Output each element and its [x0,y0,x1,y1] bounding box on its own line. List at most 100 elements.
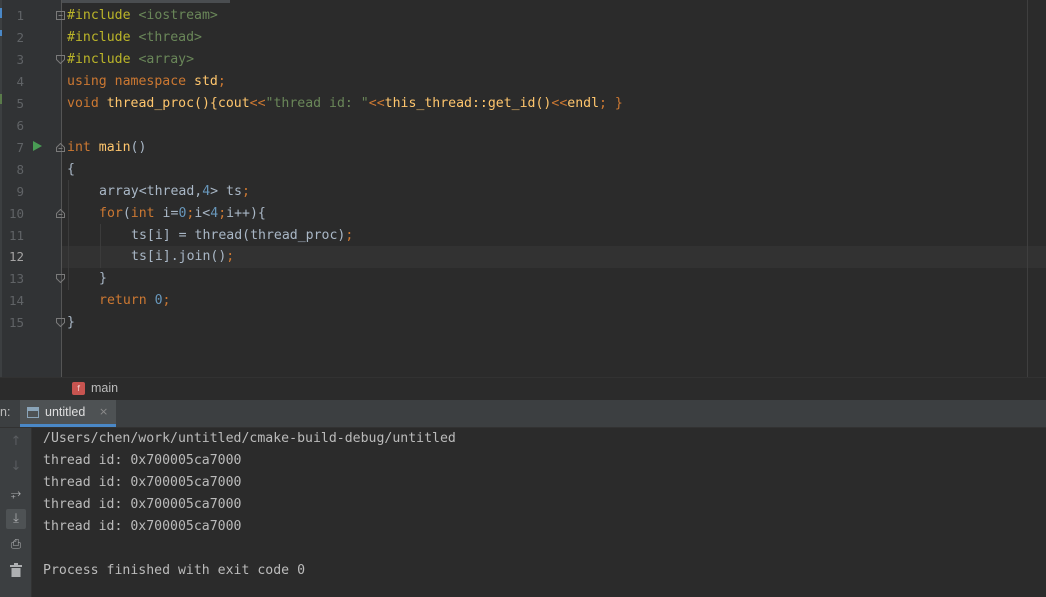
console-line: thread id: 0x700005ca7000 [43,497,242,512]
code-editor[interactable]: 1 2 3 4 5 6 7 8 9 10 11 12 13 14 15 #inc… [0,0,1046,377]
run-tool-window-header: n: untitled × [0,400,1046,428]
console-line: thread id: 0x700005ca7000 [43,519,242,534]
code-line-12[interactable]: ts[i].join(); [131,246,234,268]
code-token: using namespace [67,74,195,89]
scroll-to-end-icon[interactable]: ⤓ [6,509,26,529]
fold-marker-icon[interactable] [56,209,65,218]
breadcrumb-item-main[interactable]: main [91,381,118,395]
code-token: ; [241,184,250,199]
line-number: 2 [16,30,24,45]
code-token: <thread> [138,30,202,45]
code-line-13[interactable]: } [99,268,107,290]
code-token: i< [194,206,211,221]
right-margin-guide [1027,0,1028,377]
tab-untitled[interactable]: untitled × [20,400,116,427]
line-number: 15 [8,315,24,330]
line-number: 5 [16,96,24,111]
code-line-2[interactable]: #include <thread> [67,27,202,49]
tab-label: untitled [45,405,86,419]
code-line-9[interactable]: array<thread,4> ts; [99,181,250,203]
code-token: cout [217,96,250,111]
line-number: 11 [8,228,24,243]
code-token: ; [226,249,235,264]
code-token: ( [122,206,131,221]
arrow-up-icon[interactable]: ↑ [6,432,26,452]
code-line-8[interactable]: { [67,159,75,181]
indent-guide [100,224,101,268]
fold-end-icon[interactable] [56,318,65,327]
soft-wrap-icon[interactable]: ⥅ [6,484,26,504]
code-token: (){ [194,96,218,111]
line-number: 8 [16,162,24,177]
console-line: thread id: 0x700005ca7000 [43,453,242,468]
close-icon[interactable]: × [99,405,108,418]
line-number: 4 [16,74,24,89]
line-number: 10 [8,206,24,221]
code-token: i= [162,206,179,221]
code-token: ; [345,228,354,243]
line-number: 9 [16,184,24,199]
code-token: << [551,96,568,111]
code-token: array<thread, [99,184,203,199]
arrow-down-icon[interactable]: ↓ [6,457,26,477]
indent-guide [68,180,69,290]
code-token: "thread id: " [265,96,369,111]
console-output[interactable]: /Users/chen/work/untitled/cmake-build-de… [32,428,1046,597]
run-main-icon[interactable] [33,141,42,151]
line-number: 6 [16,118,24,133]
code-line-1[interactable]: #include <iostream> [67,5,218,27]
line-number: 1 [16,8,24,23]
code-token: ; [218,206,227,221]
code-line-7[interactable]: int main() [67,137,146,159]
line-number: 14 [8,293,24,308]
code-line-10[interactable]: for(int i=0;i<4;i++){ [99,203,266,225]
code-token: > ts [210,184,242,199]
fold-end-icon[interactable] [56,274,65,283]
fold-end-icon[interactable] [56,55,65,64]
code-token: std [194,74,218,89]
fold-marker-icon[interactable] [56,143,65,152]
line-number: 13 [8,271,24,286]
code-token: ; [162,293,171,308]
code-token: return [99,293,155,308]
code-token: { [67,162,75,177]
code-token: ; } [599,96,623,111]
breadcrumb: f main [0,377,1046,401]
code-token: for [99,206,123,221]
code-line-5[interactable]: void thread_proc(){cout<<"thread id: "<<… [67,93,623,115]
run-window-title: n: [0,405,11,419]
code-token: #include [67,30,139,45]
code-token: 4 [210,206,219,221]
code-line-4[interactable]: using namespace std; [67,71,226,93]
code-token: <iostream> [138,8,218,23]
code-token: } [99,271,107,286]
code-token: ts[i].join() [131,249,227,264]
line-number: 3 [16,52,24,67]
print-icon[interactable]: ⎙ [6,535,26,555]
code-token: <array> [138,52,195,67]
code-token: () [130,140,147,155]
code-token: << [368,96,385,111]
run-toolbar: ↑ ↓ ⥅ ⤓ ⎙ [0,428,32,597]
code-token: ts[i] = thread(thread_proc) [131,228,346,243]
code-token: 0 [154,293,163,308]
fold-marker-icon[interactable] [56,11,65,20]
code-token: void [67,96,107,111]
code-line-11[interactable]: ts[i] = thread(thread_proc); [131,225,353,247]
code-token: endl [567,96,600,111]
code-token: this_thread::get_id() [384,96,552,111]
trash-icon[interactable] [6,560,26,580]
function-icon[interactable]: f [72,382,85,395]
code-line-14[interactable]: return 0; [99,290,170,312]
trash-icon-glyph [10,562,22,577]
code-token: ; [217,74,226,89]
console-icon [27,407,39,418]
line-number: 7 [16,140,24,155]
code-token: int [130,206,163,221]
code-line-3[interactable]: #include <array> [67,49,194,71]
console-line: /Users/chen/work/untitled/cmake-build-de… [43,431,456,446]
code-token: } [67,315,75,330]
code-line-15[interactable]: } [67,312,75,334]
code-token: #include [67,52,139,67]
code-token: int [67,140,99,155]
